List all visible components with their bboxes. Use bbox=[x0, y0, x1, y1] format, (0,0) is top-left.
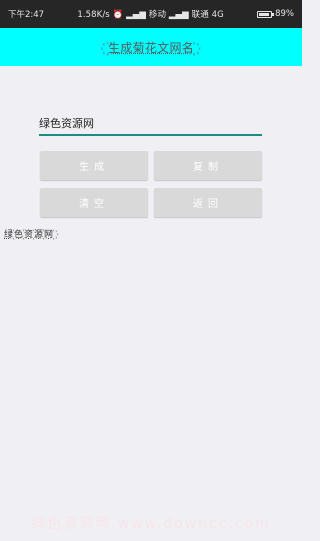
back-button[interactable]: 返回 bbox=[154, 188, 262, 217]
name-input-container bbox=[39, 112, 262, 136]
name-input[interactable] bbox=[39, 114, 262, 130]
carrier-2: 联通 4G bbox=[191, 10, 224, 20]
watermark: 绿色资源网 www.downcc.com bbox=[31, 516, 271, 532]
clear-button[interactable]: 清空 bbox=[40, 188, 148, 217]
network-speed: 1.58K/s bbox=[77, 10, 110, 20]
result-text: 绿꙰色꙰资꙰源꙰网꙰ bbox=[4, 230, 55, 240]
title-bar: ꙰生成菊花文网名꙰ bbox=[0, 28, 302, 66]
signal-icon: ▂▄▆ bbox=[126, 10, 147, 20]
carrier-1: 移动 bbox=[148, 10, 167, 20]
page-title: ꙰生成菊花文网名꙰ bbox=[107, 40, 195, 55]
alarm-icon: ⏰ bbox=[112, 10, 124, 20]
signal-icon-2: ▂▄▆ bbox=[168, 10, 189, 20]
battery-icon bbox=[257, 10, 275, 18]
status-network: 1.58K/s ⏰ ▂▄▆ 移动 ▂▄▆ 联通 4G bbox=[44, 8, 257, 20]
battery-group: 89% bbox=[257, 9, 294, 19]
status-time: 下午2:47 bbox=[8, 10, 45, 20]
generate-button[interactable]: 生成 bbox=[40, 151, 148, 180]
status-bar: 下午2:47 1.58K/s ⏰ ▂▄▆ 移动 ▂▄▆ 联通 4G 89% bbox=[0, 0, 302, 28]
copy-button[interactable]: 复制 bbox=[154, 151, 262, 180]
battery-percent: 89% bbox=[275, 9, 294, 19]
